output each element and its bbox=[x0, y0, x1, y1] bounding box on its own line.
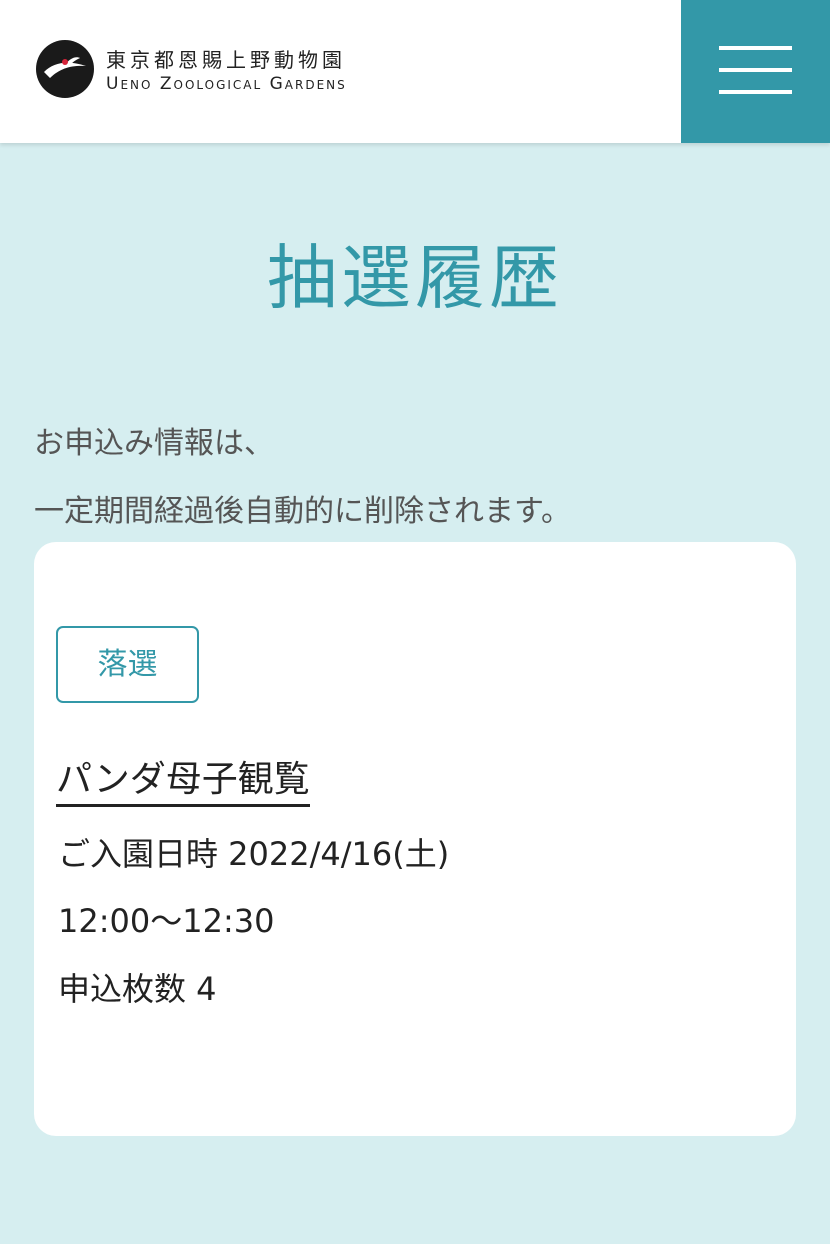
visit-datetime: ご入園日時 2022/4/16(土) bbox=[58, 835, 450, 873]
time-slot: 12:00〜12:30 bbox=[58, 902, 275, 940]
notice-line-1: お申込み情報は、 bbox=[34, 426, 274, 461]
status-badge: 落選 bbox=[56, 626, 199, 703]
page-title: 抽選履歴 bbox=[267, 237, 563, 319]
notice-line-2: 一定期間経過後自動的に削除されます。 bbox=[34, 494, 571, 529]
ticket-count: 申込枚数 4 bbox=[58, 970, 217, 1008]
logo-text-jp: 東京都恩賜上野動物園 bbox=[106, 48, 346, 72]
lottery-history-card: 落選 パンダ母子観覧 ご入園日時 2022/4/16(土) 12:00〜12:3… bbox=[34, 542, 796, 1136]
logo-text-en: Ueno Zoological Gardens bbox=[106, 74, 347, 94]
site-header: 東京都恩賜上野動物園 Ueno Zoological Gardens bbox=[0, 0, 830, 143]
crane-logo-icon[interactable] bbox=[36, 40, 94, 98]
hamburger-menu-button[interactable] bbox=[681, 0, 830, 143]
event-title-link[interactable]: パンダ母子観覧 bbox=[56, 750, 310, 807]
